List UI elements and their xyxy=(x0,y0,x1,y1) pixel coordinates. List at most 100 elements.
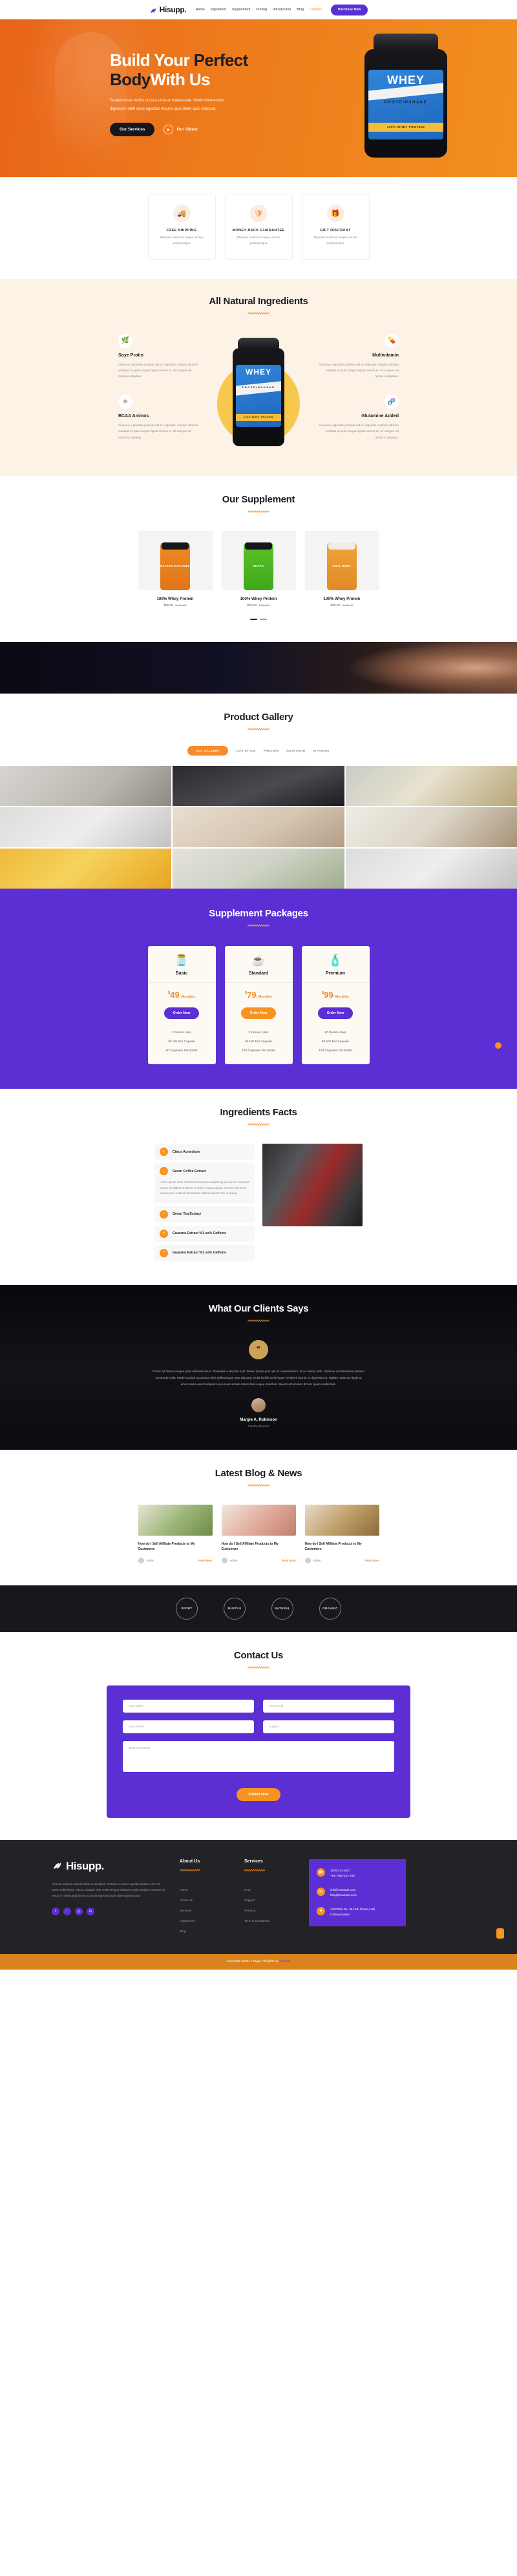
plan-feature: 90 MG Per Capsule xyxy=(321,1040,350,1044)
name-input[interactable] xyxy=(123,1699,254,1713)
order-now-button[interactable]: Order Now xyxy=(164,1007,200,1020)
gallery-item[interactable] xyxy=(173,849,344,889)
submit-now-button[interactable]: Submit Now xyxy=(237,1788,280,1801)
gallery-item[interactable] xyxy=(345,849,517,889)
footer-link-appoiment[interactable]: Appoiment xyxy=(180,1917,233,1927)
footer-link-blog[interactable]: Blog xyxy=(180,1927,233,1937)
phone-icon: ☎ xyxy=(317,1868,325,1877)
blog-card[interactable]: How do I Sell Affiliate Products to My C… xyxy=(221,1504,296,1563)
accordion-item[interactable]: + Guarana Extract %1 so% Caffeine xyxy=(154,1244,255,1261)
price-value: 99 xyxy=(324,990,333,1000)
gallery-item[interactable] xyxy=(345,807,517,848)
address-line-2: Colony,Kanpur xyxy=(330,1913,350,1916)
squiggle-divider xyxy=(179,1868,201,1871)
avatar xyxy=(221,1557,227,1563)
read-more-link[interactable]: Read More xyxy=(365,1559,379,1562)
squiggle-divider xyxy=(244,1868,266,1871)
section-title: Product Gallery xyxy=(224,712,293,723)
accordion-item[interactable]: + Guarana Extract %1 so% Caffeine xyxy=(154,1225,255,1242)
nav-pricing[interactable]: Pricing xyxy=(257,8,268,12)
phone-input[interactable] xyxy=(123,1720,254,1733)
arrow-up-icon[interactable]: ↑ xyxy=(496,1928,504,1939)
plan-feature: 60 Capsules Per Bottle xyxy=(165,1049,198,1053)
our-video-link[interactable]: Our Video! xyxy=(164,125,198,135)
google-plus-icon[interactable]: G xyxy=(87,1908,94,1916)
footer-link-terms[interactable]: Term & Conditions xyxy=(244,1917,297,1927)
instagram-icon[interactable]: ◎ xyxy=(75,1908,83,1916)
plan-price: $49/ Monthly xyxy=(148,983,216,1005)
blog-author: Admin xyxy=(304,1557,321,1563)
product-label-title: WHEY xyxy=(246,367,271,376)
plan-feature: 3 Person User xyxy=(248,1031,269,1035)
gallery-item[interactable] xyxy=(0,807,172,848)
price-current: $95.00 xyxy=(247,603,257,607)
nav-contact[interactable]: Contact xyxy=(310,8,322,12)
price-value: 49 xyxy=(170,990,180,1000)
nav-supplement[interactable]: Supplement xyxy=(232,8,251,12)
gallery-item[interactable] xyxy=(0,766,172,807)
gallery-item[interactable] xyxy=(173,807,344,848)
price-period: / Monthly xyxy=(256,995,273,1000)
footer-link-about-us[interactable]: About Us xyxy=(180,1896,233,1906)
email-input[interactable] xyxy=(263,1699,394,1713)
footer-link-privercy[interactable]: Privercy xyxy=(244,1906,297,1917)
testimonial-section: What Our Clients Says ❞ Donec sit dictum… xyxy=(0,1284,517,1450)
our-services-button[interactable]: Our Services xyxy=(110,123,155,137)
order-now-button[interactable]: Order Now xyxy=(240,1007,277,1020)
footer-contact-phone: ☎ 1800-121-3637 +91-7052-101-786 xyxy=(317,1868,398,1879)
hero-product-image: WHEY PROTEINSHAKE 100% WHEY PROTEIN xyxy=(352,34,460,163)
accordion-item[interactable]: + Citrus Aurantium xyxy=(154,1144,255,1160)
nav-ingredient[interactable]: Ingredient xyxy=(211,8,226,12)
blog-thumbnail xyxy=(221,1504,296,1536)
nav-introduction[interactable]: Introduction xyxy=(273,8,291,12)
our-supplement-section: Our Supplement SALTED CARAMEL 100% Whey … xyxy=(0,475,517,643)
gallery-item[interactable] xyxy=(345,766,517,807)
gallery-item[interactable] xyxy=(173,766,344,807)
plan-feature: 160 Capsules Per Bottle xyxy=(319,1049,352,1053)
product-card[interactable]: SALTED CARAMEL 100% Whey Protein $95.00 $… xyxy=(138,530,213,607)
carousel-dot[interactable] xyxy=(250,618,257,621)
footer-link-home[interactable]: Home xyxy=(180,1886,233,1896)
product-card[interactable]: SUPPK 100% Whey Protein $95.00 $120.00 xyxy=(221,530,296,607)
footer-link-services[interactable]: Services xyxy=(180,1906,233,1917)
gallery-tab-nutrition[interactable]: NUTRITION xyxy=(286,746,305,756)
blog-card[interactable]: How do I Sell Affiliate Products to My C… xyxy=(304,1504,379,1563)
product-label-title: WHEY xyxy=(387,74,425,87)
plan-feature: 60 MG Per Capsule xyxy=(244,1040,273,1044)
footer-link-support[interactable]: Support xyxy=(244,1896,297,1906)
dna-icon: 🧬 xyxy=(385,395,399,409)
gallery-tab-vitamins[interactable]: VITAMINS xyxy=(313,746,329,756)
comments-textarea[interactable] xyxy=(123,1740,394,1772)
twitter-icon[interactable]: ᵗ xyxy=(63,1908,71,1916)
read-more-link[interactable]: Read More xyxy=(198,1559,212,1562)
copyright-link[interactable]: 17sucai xyxy=(279,1960,290,1963)
gallery-tab-protein[interactable]: PROTEIN xyxy=(264,746,279,756)
footer-link-faq[interactable]: FAQ xyxy=(244,1886,297,1896)
read-more-link[interactable]: Read More xyxy=(282,1559,295,1562)
feature-title: MONEY BACK GUARANTEE xyxy=(232,229,285,232)
gallery-tab-lifestyle[interactable]: LIFE STYLE xyxy=(236,746,256,756)
blog-card[interactable]: How do I Sell Affiliate Products to My C… xyxy=(138,1504,213,1563)
plus-icon: + xyxy=(160,1248,168,1257)
price-old: $120.00 xyxy=(258,603,270,607)
nav-home[interactable]: Home xyxy=(195,8,204,12)
footer-logo[interactable]: Hisupp. xyxy=(52,1859,168,1874)
facebook-icon[interactable]: f xyxy=(52,1908,59,1916)
gallery-item[interactable] xyxy=(0,849,172,889)
avatar xyxy=(304,1557,311,1563)
product-card[interactable]: 100% WHEY 100% Whey Protein $95.00 $120.0… xyxy=(304,530,379,607)
accordion-item[interactable]: + Green Tea Extract xyxy=(154,1206,255,1222)
subject-input[interactable] xyxy=(263,1720,394,1733)
purchase-now-button[interactable]: Purchase Now xyxy=(330,4,368,15)
accordion-item-open[interactable]: − Green Coffee Extract Lorem ipsum dolor… xyxy=(154,1163,255,1203)
carousel-dot-active[interactable] xyxy=(260,618,267,621)
leaf-icon xyxy=(52,1859,63,1874)
leaf-icon xyxy=(149,6,158,14)
product-price: $95.00 $120.00 xyxy=(138,604,213,607)
gallery-tab-all[interactable]: ALL GALLERY xyxy=(187,746,229,756)
brand-logo[interactable]: Hisupp. xyxy=(149,5,187,14)
hero-title-part1: Build Your xyxy=(110,50,194,70)
order-now-button[interactable]: Order Now xyxy=(317,1007,353,1020)
atom-icon: ⚛ xyxy=(118,395,132,409)
nav-blog[interactable]: Blog xyxy=(297,8,304,12)
